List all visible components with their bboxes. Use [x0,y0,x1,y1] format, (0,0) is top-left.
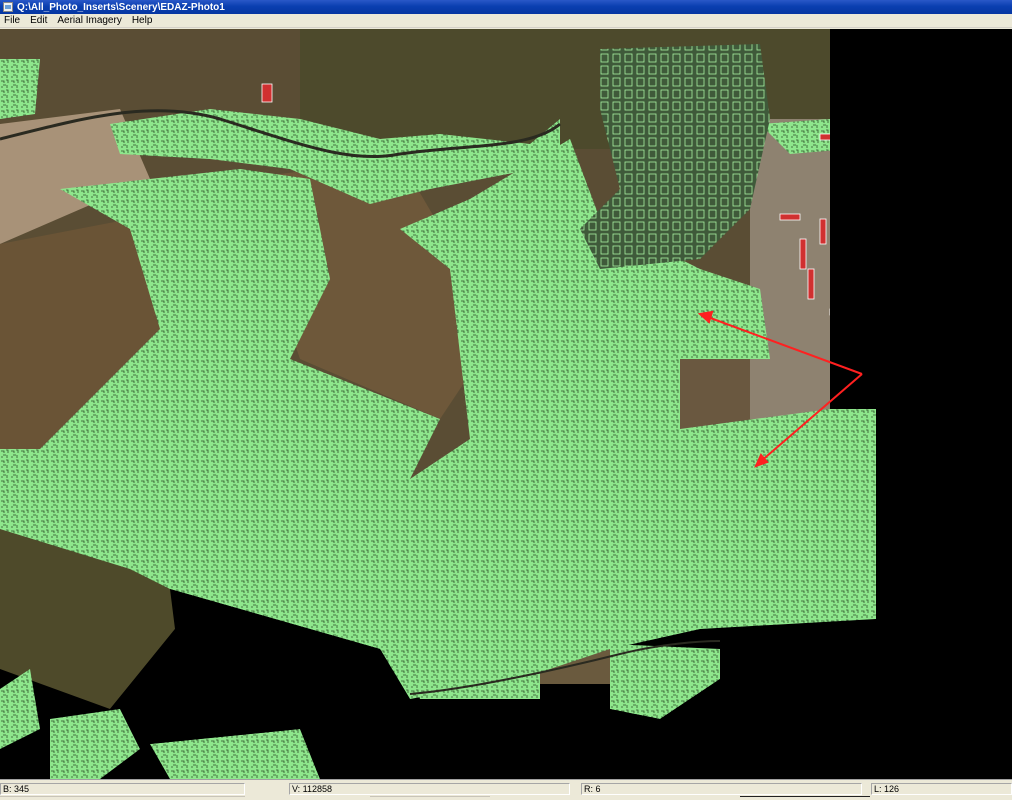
window-title: Q:\All_Photo_Inserts\Scenery\EDAZ-Photo1 [17,1,225,13]
status-r: R: 6 [581,783,862,795]
status-bar: B: 345 V: 112858 R: 6 L: 126 [0,779,1012,800]
aerial-map[interactable] [0,29,1012,779]
town-area [750,119,830,419]
menu-aerial-imagery[interactable]: Aerial Imagery [52,15,126,26]
status-l: L: 126 [871,783,1012,795]
menu-help[interactable]: Help [127,15,158,26]
vegetation-top-left [0,59,40,119]
status-divider [0,796,245,800]
application-window: Q:\All_Photo_Inserts\Scenery\EDAZ-Photo1… [0,0,1012,800]
menu-edit[interactable]: Edit [25,15,52,26]
title-bar[interactable]: Q:\All_Photo_Inserts\Scenery\EDAZ-Photo1 [0,0,1012,14]
status-divider [370,796,490,800]
status-divider [740,796,870,800]
map-viewport[interactable] [0,29,1012,779]
status-v: V: 112858 [289,783,570,795]
app-window-icon [3,2,13,12]
menu-bar: File Edit Aerial Imagery Help [0,14,1012,28]
menu-file[interactable]: File [0,15,25,26]
status-b: B: 345 [0,783,245,795]
